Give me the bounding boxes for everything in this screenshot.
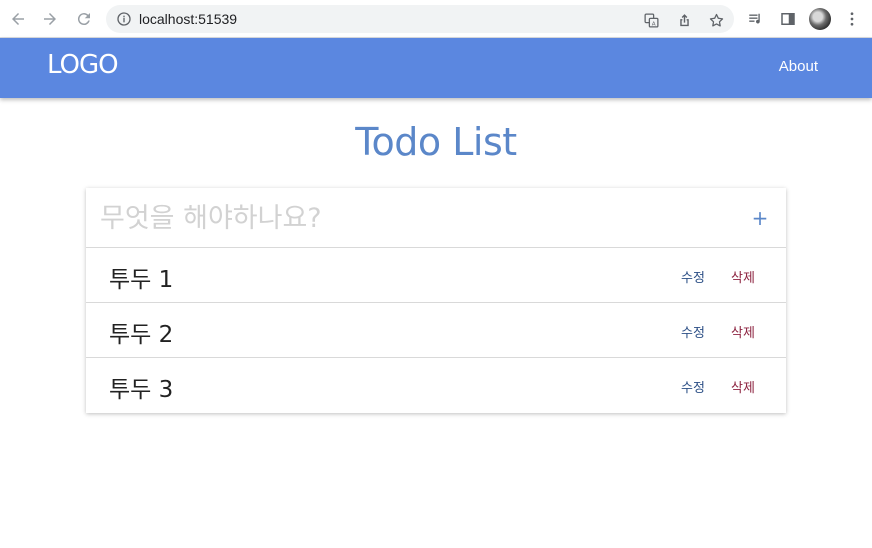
- todo-item: 투두 3 수정 삭제: [86, 358, 786, 413]
- browser-toolbar: localhost:51539 A: [0, 0, 872, 38]
- media-icon[interactable]: [746, 9, 766, 29]
- more-vert-icon[interactable]: [842, 9, 862, 29]
- delete-button[interactable]: 삭제: [731, 267, 755, 286]
- side-panel-icon[interactable]: [778, 9, 798, 29]
- profile-avatar[interactable]: [809, 8, 831, 30]
- todo-item: 투두 1 수정 삭제: [86, 248, 786, 303]
- todo-input-row: +: [86, 188, 786, 248]
- star-icon[interactable]: [707, 11, 725, 29]
- todo-text: 투두 1: [109, 267, 174, 293]
- todo-input[interactable]: [86, 188, 726, 248]
- info-icon[interactable]: [116, 11, 132, 27]
- edit-button[interactable]: 수정: [681, 267, 705, 286]
- todo-text: 투두 3: [109, 377, 174, 403]
- todo-card: + 투두 1 수정 삭제 투두 2 수정 삭제 투두 3 수정 삭제: [86, 188, 786, 413]
- forward-arrow-icon[interactable]: [38, 7, 62, 31]
- edit-button[interactable]: 수정: [681, 322, 705, 341]
- todo-text: 투두 2: [109, 322, 174, 348]
- edit-button[interactable]: 수정: [681, 377, 705, 396]
- delete-button[interactable]: 삭제: [731, 322, 755, 341]
- about-link[interactable]: About: [779, 58, 818, 75]
- share-icon[interactable]: [675, 11, 693, 29]
- app-header: LOGO About: [0, 38, 872, 98]
- logo[interactable]: LOGO: [47, 50, 119, 80]
- todo-item: 투두 2 수정 삭제: [86, 303, 786, 358]
- page-title: Todo List: [355, 120, 517, 164]
- address-bar[interactable]: localhost:51539 A: [106, 5, 734, 33]
- delete-button[interactable]: 삭제: [731, 377, 755, 396]
- reload-icon[interactable]: [72, 7, 96, 31]
- svg-text:A: A: [651, 21, 655, 27]
- url-text: localhost:51539: [139, 11, 238, 27]
- translate-icon[interactable]: A: [642, 11, 660, 29]
- add-todo-button[interactable]: +: [750, 206, 770, 230]
- back-arrow-icon[interactable]: [6, 7, 30, 31]
